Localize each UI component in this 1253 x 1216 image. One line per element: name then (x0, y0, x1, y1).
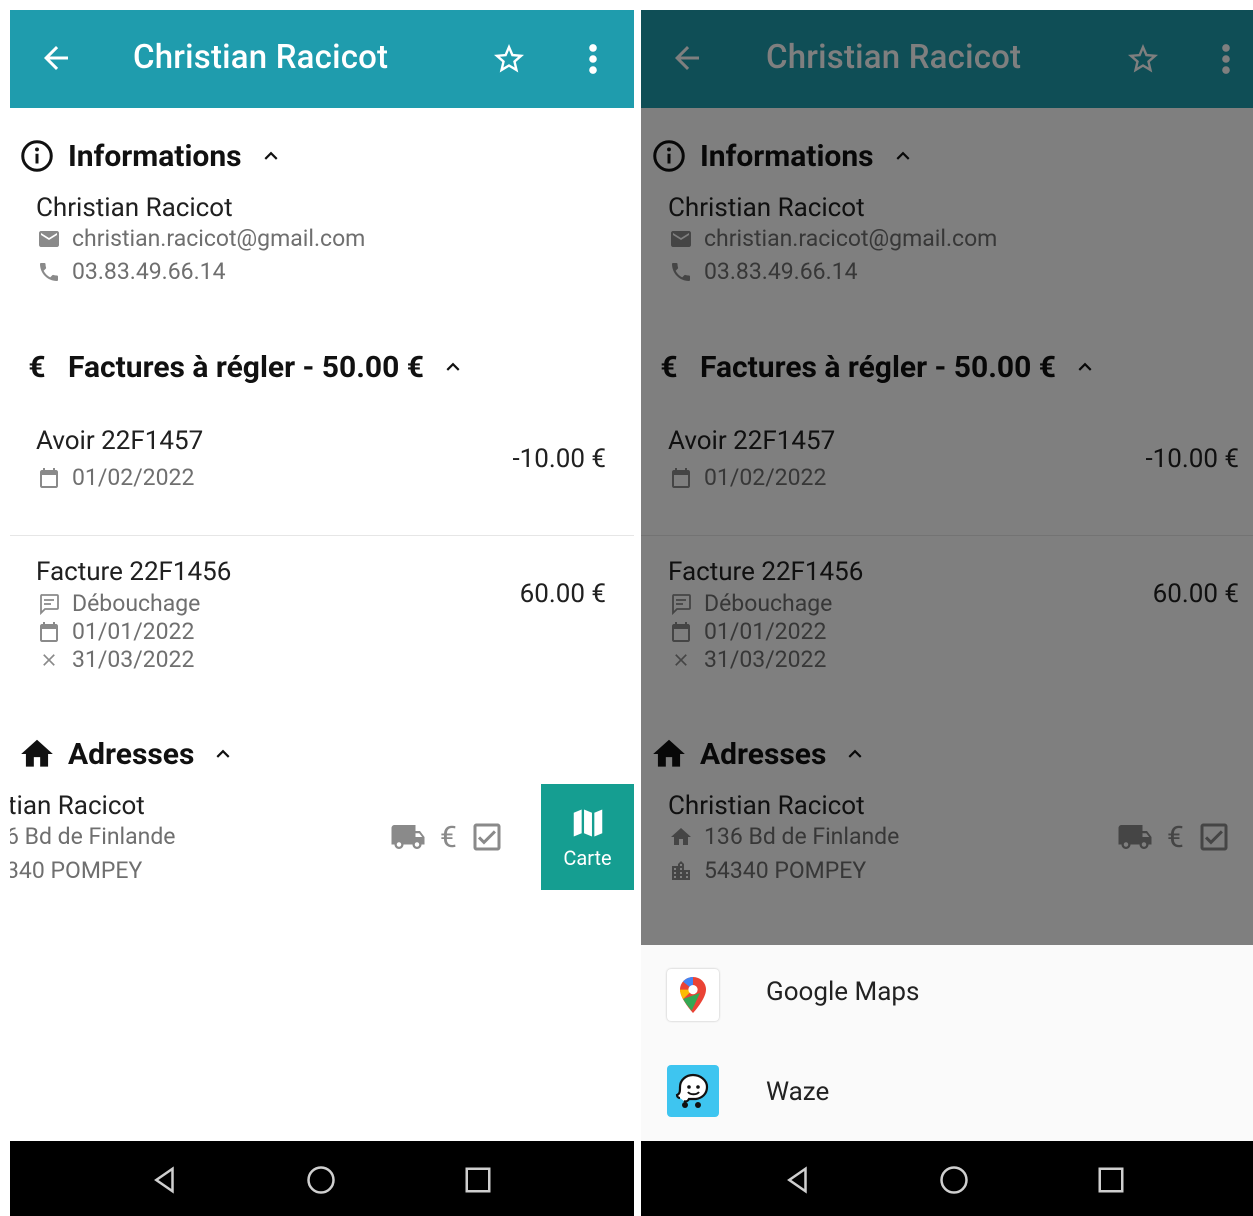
address-city: 340 POMPEY (10, 857, 143, 884)
divider (10, 535, 634, 536)
nav-recents-icon[interactable] (463, 1165, 493, 1195)
checkbox-checked-icon (473, 823, 501, 851)
invoice-date: 01/02/2022 (36, 464, 194, 491)
chooser-option-google-maps[interactable]: Google Maps (641, 945, 1253, 1043)
map-button-label: Carte (563, 846, 612, 870)
nav-home-icon[interactable] (939, 1165, 969, 1195)
back-arrow-icon[interactable] (38, 40, 74, 76)
truck-icon (391, 825, 425, 849)
euro-icon: € (440, 819, 457, 855)
email-text: christian.racicot@gmail.com (72, 225, 366, 252)
nav-recents-icon[interactable] (1096, 1165, 1126, 1195)
nav-back-icon[interactable] (150, 1165, 180, 1195)
waze-icon (667, 1065, 719, 1117)
system-nav-bar (10, 1141, 634, 1216)
info-icon (18, 137, 56, 175)
nav-back-icon[interactable] (783, 1165, 813, 1195)
invoice-date: 01/01/2022 (36, 618, 194, 645)
factures-header[interactable]: € Factures à régler - 50.00 € (18, 348, 466, 386)
invoice-title: Facture 22F1456 (36, 557, 232, 587)
phone-icon (36, 259, 62, 285)
comment-icon (36, 591, 62, 617)
date-text: 01/02/2022 (72, 464, 195, 491)
informations-header[interactable]: Informations (18, 137, 284, 175)
chooser-option-waze[interactable]: Waze (641, 1043, 1253, 1141)
informations-heading: Informations (68, 138, 242, 174)
home-icon (18, 735, 56, 773)
star-outline-icon[interactable] (491, 41, 527, 77)
factures-heading: Factures à régler - 50.00 € (68, 349, 425, 385)
adresses-header[interactable]: Adresses (18, 735, 236, 773)
due-text: 31/03/2022 (72, 646, 195, 673)
right-screen: Christian Racicot Informations Christian… (641, 10, 1253, 1216)
invoice-amount: 60.00 € (519, 579, 606, 609)
app-bar: Christian Racicot (10, 10, 634, 108)
invoice-title: Avoir 22F1457 (36, 426, 204, 456)
adresses-heading: Adresses (68, 736, 195, 772)
address-type-icons: € (388, 819, 505, 855)
map-button[interactable]: Carte (541, 784, 634, 890)
invoice-amount: -10.00 € (512, 444, 606, 474)
system-nav-bar (641, 1141, 1253, 1216)
chooser-option-label: Waze (766, 1077, 830, 1107)
nav-home-icon[interactable] (306, 1165, 336, 1195)
contact-phone[interactable]: 03.83.49.66.14 (36, 258, 226, 285)
chooser-option-label: Google Maps (766, 977, 920, 1007)
mail-icon (36, 226, 62, 252)
address-street: 6 Bd de Finlande (10, 823, 176, 850)
google-maps-icon (667, 969, 719, 1021)
invoice-description: Débouchage (36, 590, 200, 617)
close-icon (36, 647, 62, 673)
contact-email[interactable]: christian.racicot@gmail.com (36, 225, 365, 252)
app-chooser-sheet: Google Maps Waze (641, 945, 1253, 1141)
date-text: 01/01/2022 (72, 618, 195, 645)
calendar-icon (36, 619, 62, 645)
invoice-due-date: 31/03/2022 (36, 646, 194, 673)
left-screen: Christian Racicot Informations Christian… (10, 10, 634, 1216)
chevron-up-icon (446, 362, 460, 371)
chevron-up-icon (264, 151, 278, 160)
euro-icon: € (28, 349, 46, 385)
description-text: Débouchage (72, 590, 201, 617)
map-icon (573, 809, 602, 837)
calendar-icon (36, 465, 62, 491)
address-name: tian Racicot (10, 791, 145, 821)
scrim-overlay[interactable] (641, 10, 1253, 945)
chevron-up-icon (216, 749, 230, 758)
more-vert-icon[interactable] (578, 40, 608, 78)
contact-name: Christian Racicot (36, 193, 233, 223)
page-title: Christian Racicot (133, 38, 389, 77)
phone-text: 03.83.49.66.14 (72, 258, 226, 285)
